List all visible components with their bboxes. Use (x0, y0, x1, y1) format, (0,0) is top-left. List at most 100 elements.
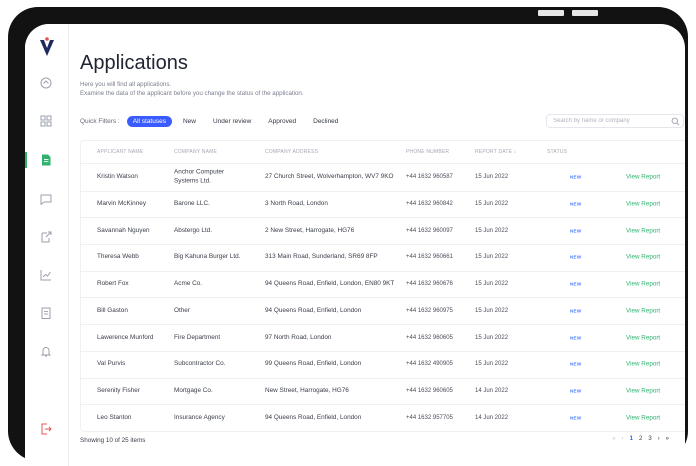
view-report-link[interactable]: View Report (626, 281, 660, 288)
applicant-name: Val Purvis (97, 359, 126, 367)
report-date: 15 Jun 2022 (475, 227, 509, 234)
phone-number: +44 1632 960605 (406, 387, 453, 394)
company-name: Barone LLC. (174, 199, 210, 207)
report-date: 15 Jun 2022 (475, 254, 509, 261)
applicant-name: Theresa Webb (97, 253, 139, 261)
search-icon[interactable] (671, 117, 680, 126)
company-name: Anchor Computer Systems Ltd. (174, 168, 225, 185)
last-page-button[interactable]: » (666, 436, 669, 442)
table-row[interactable]: Theresa Webb Big Kahuna Burger Ltd. 313 … (81, 244, 685, 272)
filter-chip-declined[interactable]: Declined (307, 116, 344, 127)
view-report-link[interactable]: View Report (626, 201, 660, 208)
report-date: 14 Jun 2022 (475, 387, 509, 394)
company-name: Big Kahuna Burger Ltd. (174, 253, 241, 261)
table-row[interactable]: Bill Gaston Other 94 Queens Road, Enfiel… (81, 298, 685, 326)
chat-icon[interactable] (39, 192, 53, 206)
table-row[interactable]: Leo Stanton Insurance Agency 94 Queens R… (81, 404, 685, 431)
table-row[interactable]: Val Purvis Subcontractor Co. 99 Queens R… (81, 351, 685, 379)
status-badge: NEW (570, 388, 582, 394)
search-input[interactable] (546, 114, 684, 128)
column-header-phone-number[interactable]: PHONE NUMBER (406, 149, 449, 155)
view-report-link[interactable]: View Report (626, 334, 660, 341)
page-button-2[interactable]: 2 (639, 436, 642, 442)
view-report-link[interactable]: View Report (626, 414, 660, 421)
quick-filters-label: Quick Filters : (80, 117, 120, 125)
company-name: Abstergo Ltd. (174, 226, 213, 234)
filter-chip-under-review[interactable]: Under review (207, 116, 257, 127)
column-header-applicant-name[interactable]: APPLICANT NAME (97, 149, 143, 155)
document-icon[interactable] (39, 153, 53, 167)
logout-icon[interactable] (39, 422, 53, 436)
table-row[interactable]: Serenity Fisher Mortgage Co. New Street,… (81, 378, 685, 406)
first-page-button[interactable]: « (612, 436, 615, 442)
column-header-company-address[interactable]: COMPANY ADDRESS (265, 149, 318, 155)
status-badge: NEW (570, 228, 582, 234)
app-logo-icon[interactable] (39, 36, 55, 58)
next-page-button[interactable]: › (658, 436, 660, 442)
view-report-link[interactable]: View Report (626, 227, 660, 234)
phone-number: +44 1632 960097 (406, 227, 453, 234)
table-row[interactable]: Robert Fox Acme Co. 94 Queens Road, Enfi… (81, 271, 685, 299)
device-frame: Applications Here you will find all appl… (8, 7, 688, 466)
page-description: Here you will find all applications. (80, 81, 172, 88)
applicant-name: Savannah Nguyen (97, 226, 150, 234)
phone-number: +44 1632 960587 (406, 174, 453, 181)
filter-chip-all-statuses[interactable]: All statuses (126, 115, 172, 127)
company-address: New Street, Harrogate, HG76 (265, 386, 349, 394)
page-title: Applications (80, 52, 188, 74)
report-date: 15 Jun 2022 (475, 280, 509, 287)
status-badge: NEW (570, 174, 582, 180)
home-icon[interactable] (39, 76, 53, 90)
company-name: Insurance Agency (174, 413, 225, 421)
filter-chip-approved[interactable]: Approved (262, 116, 302, 127)
view-report-link[interactable]: View Report (626, 307, 660, 314)
table-row[interactable]: Savannah Nguyen Abstergo Ltd. 2 New Stre… (81, 217, 685, 246)
column-header-report-date[interactable]: REPORT DATE ↕ (475, 149, 517, 155)
pagination: « ‹ 1 2 3 › » (612, 436, 669, 442)
view-report-link[interactable]: View Report (626, 387, 660, 394)
status-badge: NEW (570, 281, 582, 287)
chart-icon[interactable] (39, 268, 53, 282)
company-address: 27 Church Street, Wolverhampton, WV7 9KO (265, 173, 394, 181)
applicant-name: Marvin McKinney (97, 199, 147, 207)
filter-chip-new[interactable]: New (177, 116, 202, 127)
table-row[interactable]: Lawerence Munford Fire Department 97 Nor… (81, 324, 685, 352)
export-icon[interactable] (39, 230, 53, 244)
view-report-link[interactable]: View Report (626, 254, 660, 261)
applicant-name: Bill Gaston (97, 306, 128, 314)
applicant-name: Leo Stanton (97, 413, 132, 421)
column-header-status[interactable]: STATUS (547, 149, 567, 155)
page-button-3[interactable]: 3 (648, 436, 651, 442)
prev-page-button[interactable]: ‹ (622, 436, 624, 442)
company-address: 94 Queens Road, Enfield, London (265, 306, 362, 314)
applicant-name: Kristin Watson (97, 173, 138, 181)
frame-mark (538, 10, 564, 16)
view-report-link[interactable]: View Report (626, 174, 660, 181)
view-report-link[interactable]: View Report (626, 361, 660, 368)
sidebar (25, 24, 69, 466)
applications-table: APPLICANT NAME COMPANY NAME COMPANY ADDR… (80, 140, 685, 432)
company-address: 94 Queens Road, Enfield, London (265, 413, 362, 421)
table-row[interactable]: Kristin Watson Anchor Computer Systems L… (81, 164, 685, 192)
column-header-company-name[interactable]: COMPANY NAME (174, 149, 217, 155)
grid-icon[interactable] (39, 114, 53, 128)
table-row[interactable]: Marvin McKinney Barone LLC. 3 North Road… (81, 191, 685, 219)
phone-number: +44 1632 960676 (406, 280, 453, 287)
applicant-name: Serenity Fisher (97, 386, 140, 394)
company-address: 99 Queens Road, Enfield, London (265, 359, 362, 367)
clipboard-icon[interactable] (39, 306, 53, 320)
phone-number: +44 1632 957705 (406, 414, 453, 421)
bell-icon[interactable] (39, 344, 53, 358)
page-description: Examine the data of the applicant before… (80, 90, 304, 97)
company-address: 94 Queens Road, Enfield, London, EN80 9K… (265, 279, 395, 287)
page-button-1[interactable]: 1 (630, 436, 633, 442)
active-nav-indicator (25, 152, 27, 168)
status-badge: NEW (570, 361, 582, 367)
company-address: 313 Main Road, Sunderland, SR69 8FP (265, 253, 378, 261)
report-date: 15 Jun 2022 (475, 334, 509, 341)
company-name: Acme Co. (174, 279, 203, 287)
report-date: 15 Jun 2022 (475, 360, 509, 367)
phone-number: +44 1632 960605 (406, 334, 453, 341)
phone-number: +44 1632 490905 (406, 360, 453, 367)
report-date: 15 Jun 2022 (475, 307, 509, 314)
